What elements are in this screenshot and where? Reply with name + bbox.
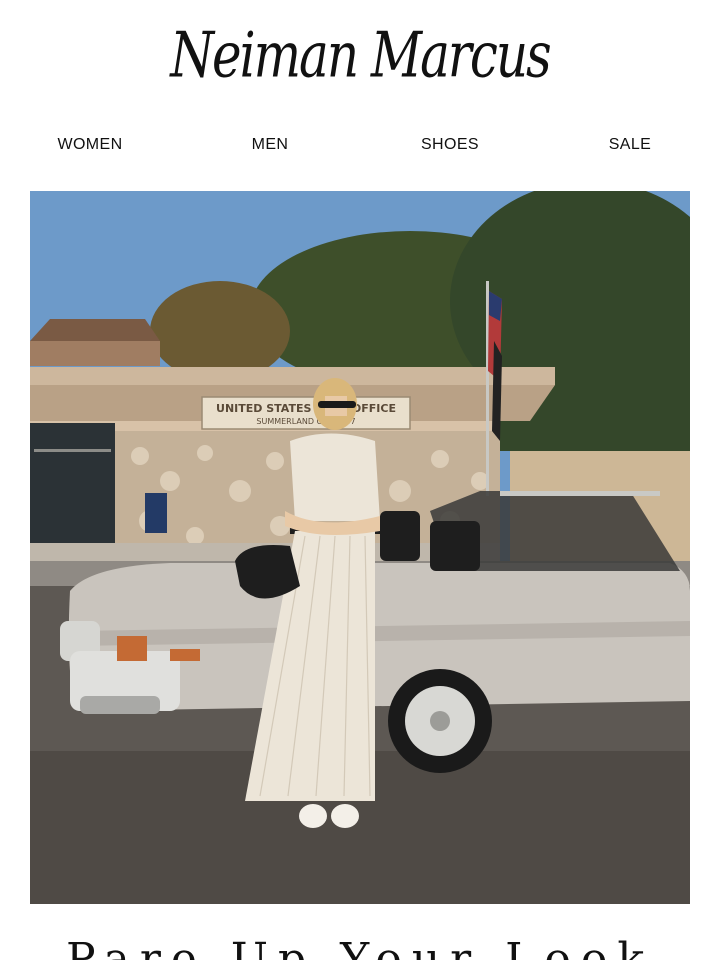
main-nav: WOMEN MEN SHOES SALE <box>0 136 720 156</box>
hero-image[interactable]: UNITED STATES POST OFFICE SUMMERLAND CA … <box>30 191 690 904</box>
nav-item-men[interactable]: MEN <box>210 136 330 154</box>
svg-text:UNITED STATES POST OFFICE: UNITED STATES POST OFFICE <box>216 402 396 415</box>
nav-item-women[interactable]: WOMEN <box>30 136 150 154</box>
neiman-marcus-logo[interactable]: Neiman Marcus <box>0 19 720 92</box>
house <box>30 319 160 366</box>
nav-item-sale[interactable]: SALE <box>570 136 690 154</box>
headline: Pare Up Your Look <box>65 934 655 960</box>
nav-item-shoes[interactable]: SHOES <box>390 136 510 154</box>
hero-illustration: UNITED STATES POST OFFICE SUMMERLAND CA … <box>30 191 690 904</box>
post-office-sign: UNITED STATES POST OFFICE SUMMERLAND CA … <box>201 396 411 430</box>
